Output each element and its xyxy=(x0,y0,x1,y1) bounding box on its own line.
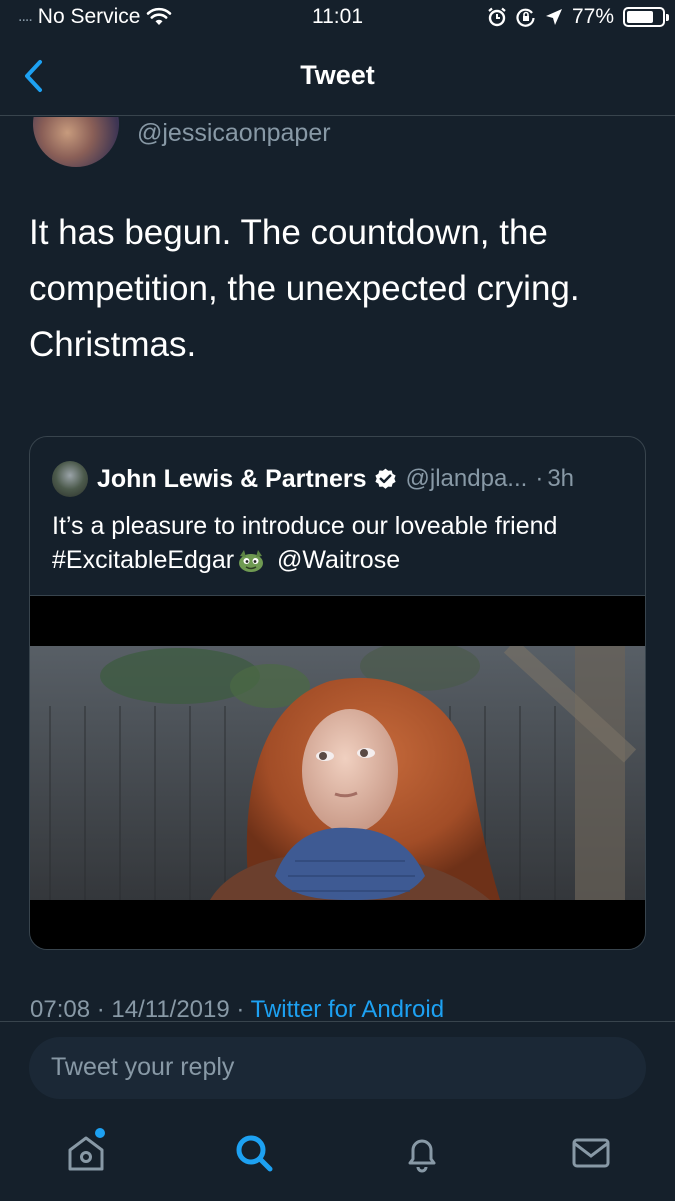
search-icon[interactable] xyxy=(232,1131,276,1175)
quoted-tweet-header: John Lewis & Partners @jlandpa... · 3h xyxy=(52,461,632,497)
reply-input[interactable]: Tweet your reply xyxy=(29,1037,646,1099)
quoted-time: 3h xyxy=(547,465,575,492)
quoted-tweet-card[interactable]: John Lewis & Partners @jlandpa... · 3h I… xyxy=(29,436,646,950)
nav-bar: Tweet xyxy=(0,40,675,116)
quoted-media[interactable] xyxy=(30,595,645,949)
video-still-image xyxy=(30,646,645,900)
tweet-source-link[interactable]: Twitter for Android xyxy=(251,996,444,1022)
quoted-avatar xyxy=(52,461,88,497)
video-thumbnail[interactable] xyxy=(30,646,645,900)
battery-level xyxy=(627,11,654,23)
page-title: Tweet xyxy=(300,60,375,90)
battery-percent: 77% xyxy=(571,5,614,28)
quoted-tweet-text: It’s a pleasure to introduce our loveabl… xyxy=(52,509,632,577)
tweet-text: It has begun. The countdown, the competi… xyxy=(29,213,580,364)
tweet-meta: 07:08 · 14/11/2019 · Twitter for Android xyxy=(30,996,670,1022)
bell-icon[interactable] xyxy=(400,1131,444,1175)
rotation-lock-icon xyxy=(516,8,535,27)
location-icon xyxy=(545,9,562,25)
dragon-emoji-icon xyxy=(239,550,264,572)
mention-waitrose[interactable]: @Waitrose xyxy=(270,546,400,574)
alarm-icon xyxy=(488,7,506,27)
reply-bar: Tweet your reply xyxy=(0,1021,675,1115)
mail-icon[interactable] xyxy=(569,1131,613,1175)
verified-badge-icon xyxy=(374,468,396,489)
status-bar: .... No Service 11:01 77% xyxy=(0,0,675,36)
new-content-dot xyxy=(95,1128,105,1138)
status-right: 77% xyxy=(487,5,669,29)
tweet-timestamp: 07:08 · 14/11/2019 · xyxy=(30,996,251,1022)
avatar[interactable] xyxy=(31,117,121,167)
author-handle[interactable]: @jessicaonpaper xyxy=(137,119,331,148)
separator-dot: · xyxy=(535,465,544,492)
quoted-author-name: John Lewis & Partners xyxy=(97,464,367,493)
quoted-author-handle: @jlandpa... xyxy=(405,465,528,492)
battery-icon xyxy=(623,7,669,27)
tweet-author-row: @jessicaonpaper xyxy=(0,117,675,167)
